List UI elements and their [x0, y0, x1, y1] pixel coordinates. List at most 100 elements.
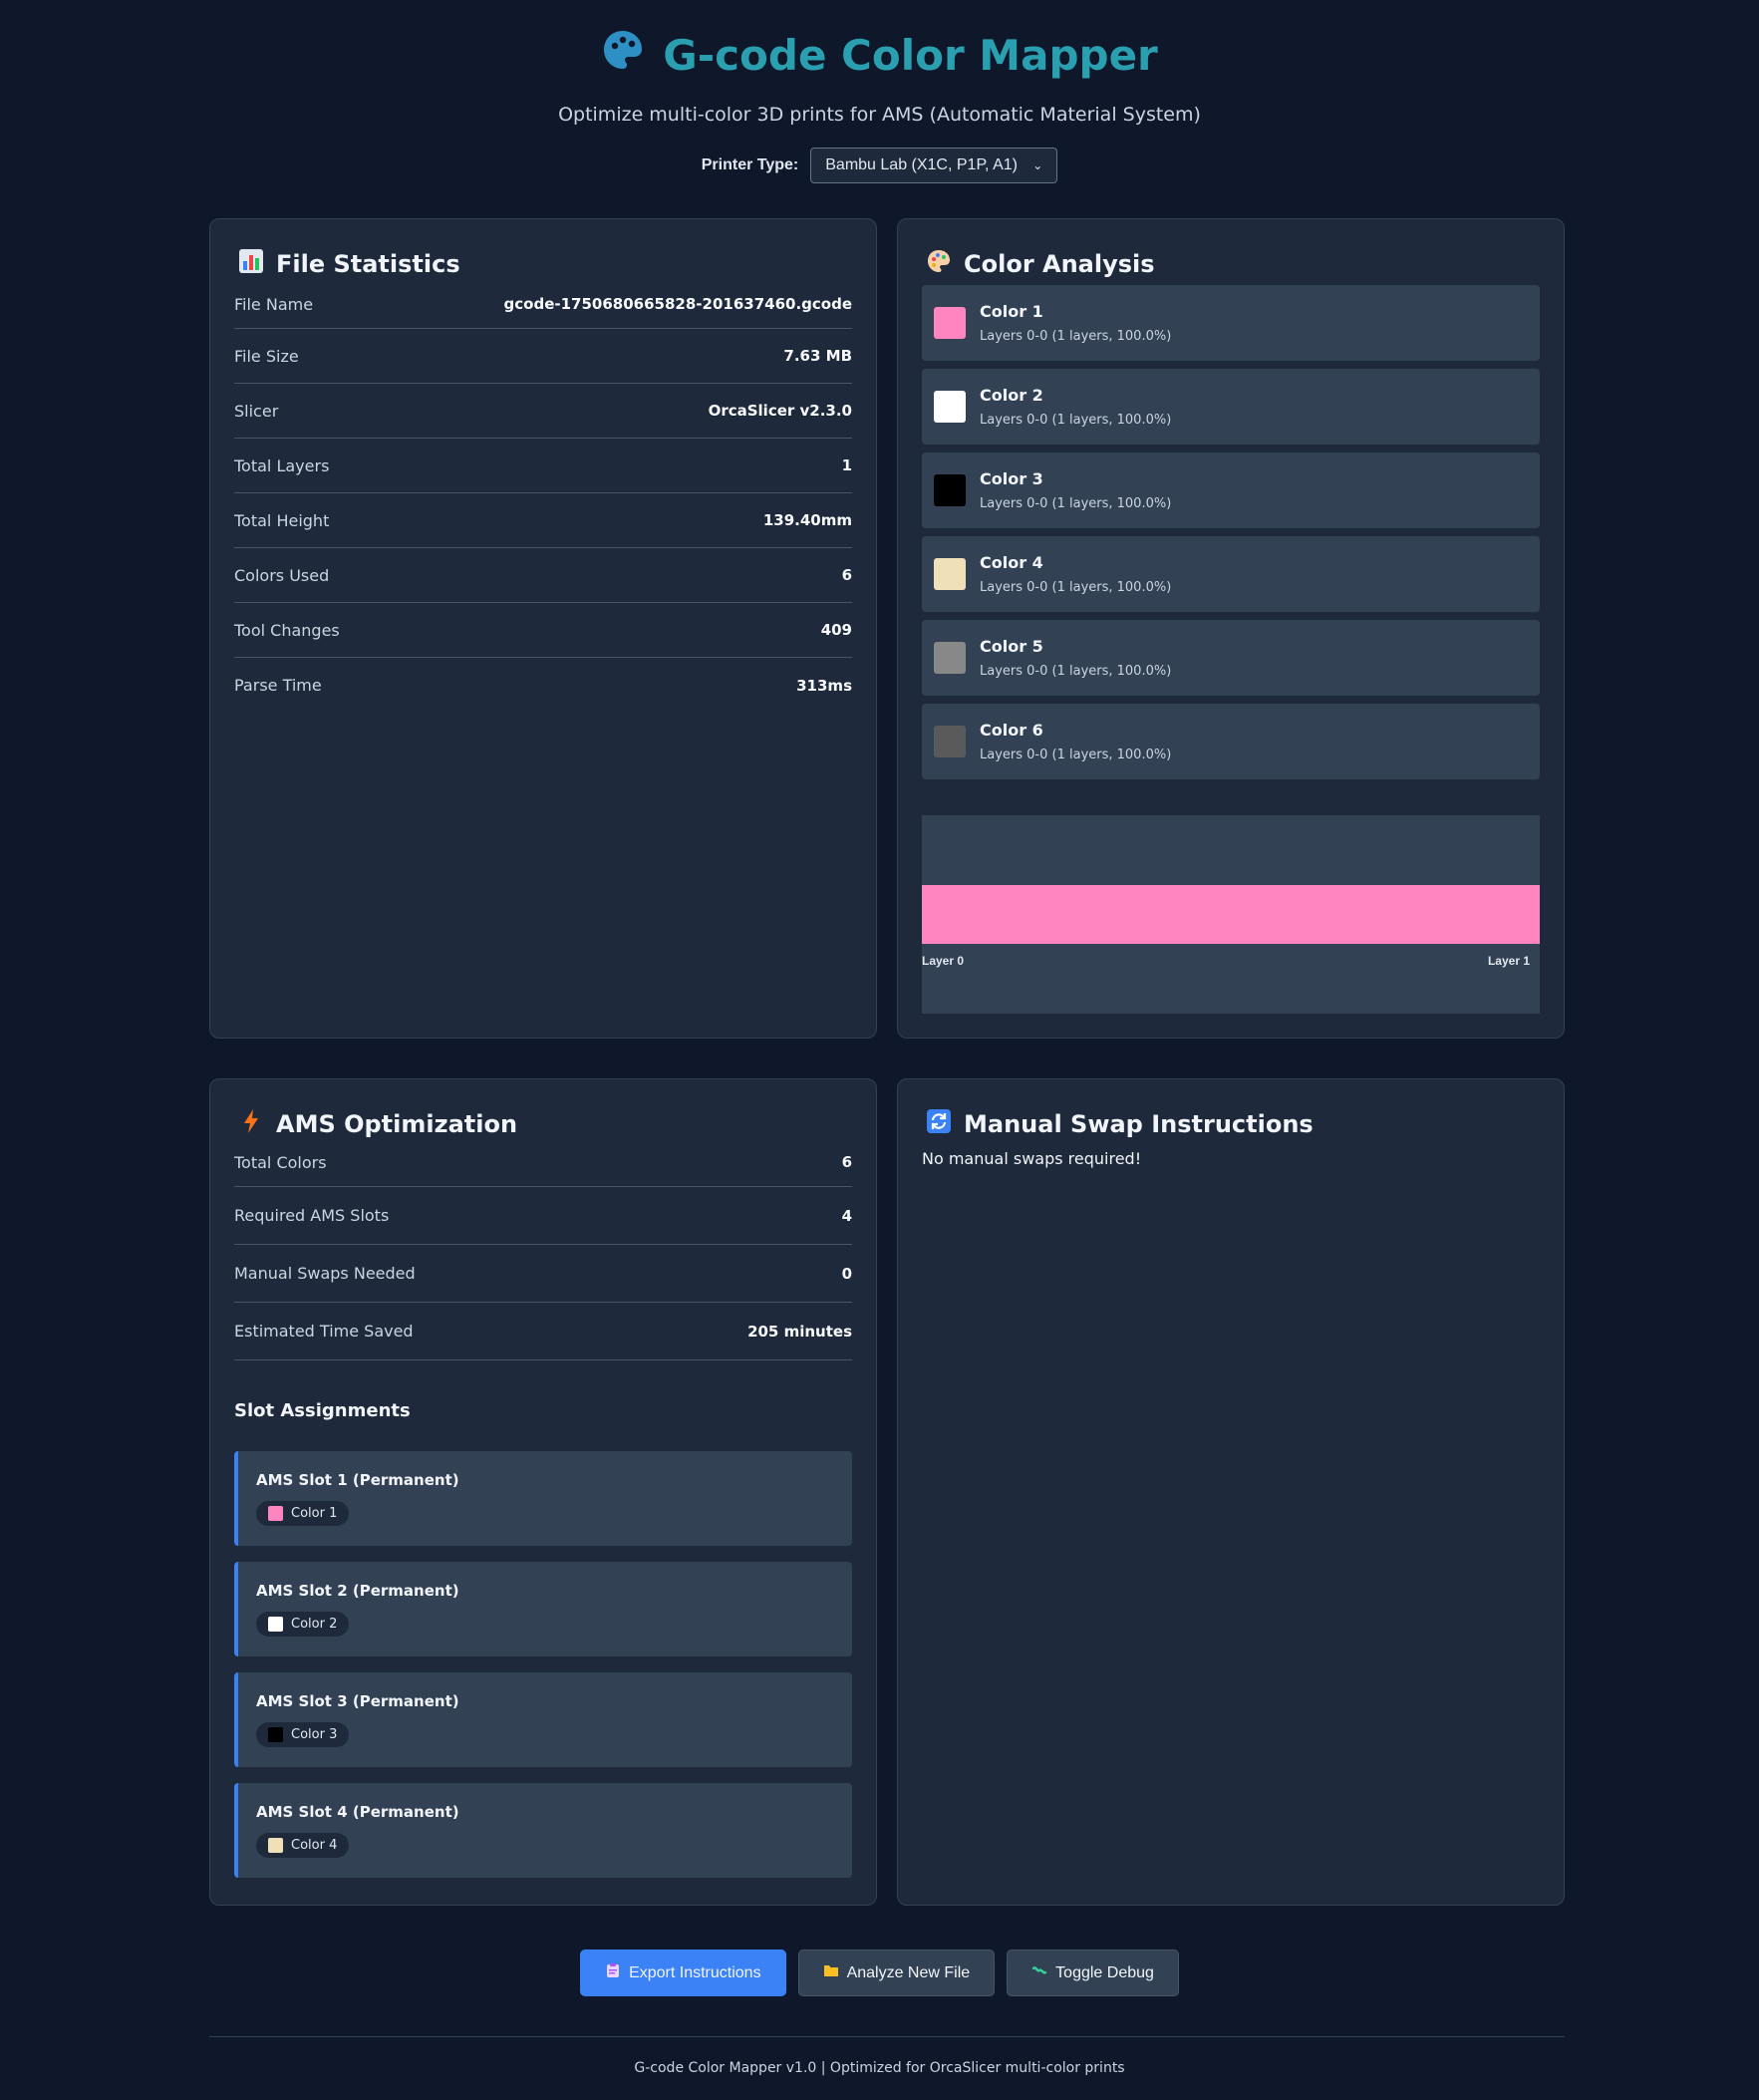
- stat-value: 409: [820, 621, 852, 639]
- color-swatch: [934, 391, 966, 423]
- slot-color-chip: Color 2: [256, 1612, 350, 1637]
- lightning-icon: [238, 1108, 264, 1140]
- slot-title: AMS Slot 1 (Permanent): [256, 1471, 459, 1489]
- stat-value: gcode-1750680665828-201637460.gcode: [503, 295, 852, 313]
- action-buttons: Export Instructions Analyze New File Tog…: [0, 1950, 1759, 1996]
- file-statistics-title-text: File Statistics: [276, 250, 460, 278]
- stat-row-time-saved: Estimated Time Saved 205 minutes: [234, 1303, 852, 1360]
- color-swatch: [934, 474, 966, 506]
- chip-label: Color 4: [291, 1838, 338, 1853]
- color-name: Color 2: [980, 386, 1043, 405]
- chip-label: Color 1: [291, 1506, 338, 1521]
- app-title: G-code Color Mapper: [601, 28, 1158, 82]
- ams-slot: AMS Slot 4 (Permanent) Color 4: [234, 1783, 852, 1878]
- stat-value: OrcaSlicer v2.3.0: [708, 402, 852, 420]
- ams-optimization-card: AMS Optimization Total Colors 6 Required…: [209, 1078, 877, 1906]
- color-item: Color 4 Layers 0-0 (1 layers, 100.0%): [922, 536, 1540, 612]
- refresh-icon: [926, 1108, 952, 1140]
- color-item: Color 6 Layers 0-0 (1 layers, 100.0%): [922, 704, 1540, 779]
- top-panels: File Statistics File Name gcode-17506806…: [209, 218, 1565, 1039]
- export-instructions-button[interactable]: Export Instructions: [580, 1950, 786, 1996]
- stat-label: Total Colors: [234, 1153, 327, 1172]
- bottom-panels: AMS Optimization Total Colors 6 Required…: [209, 1078, 1565, 1906]
- slot-title: AMS Slot 3 (Permanent): [256, 1692, 459, 1710]
- chip-swatch: [268, 1506, 283, 1521]
- color-name: Color 6: [980, 721, 1043, 740]
- chevron-down-icon: ⌄: [1032, 158, 1043, 172]
- stat-label: Total Height: [234, 510, 330, 530]
- stat-row-file-size: File Size 7.63 MB: [234, 329, 852, 384]
- printer-type-label: Printer Type:: [701, 156, 799, 173]
- stat-label: Manual Swaps Needed: [234, 1264, 416, 1283]
- ams-optimization-title-text: AMS Optimization: [276, 1110, 518, 1138]
- footer-divider: [209, 2036, 1565, 2037]
- palette-icon: [926, 248, 952, 280]
- analyze-new-file-button[interactable]: Analyze New File: [797, 1950, 996, 1996]
- slot-title: AMS Slot 4 (Permanent): [256, 1803, 459, 1821]
- stat-label: Tool Changes: [234, 620, 340, 640]
- stat-value: 7.63 MB: [783, 347, 852, 365]
- manual-swap-card: Manual Swap Instructions No manual swaps…: [897, 1078, 1565, 1906]
- printer-type-select[interactable]: Bambu Lab (X1C, P1P, A1) ⌄: [810, 148, 1058, 183]
- timeline-start-label: Layer 0: [922, 954, 965, 968]
- debug-label: Toggle Debug: [1055, 1963, 1154, 1981]
- color-name: Color 3: [980, 469, 1043, 488]
- stat-value: 313ms: [796, 676, 852, 695]
- toggle-debug-button[interactable]: Toggle Debug: [1007, 1950, 1179, 1996]
- chip-label: Color 2: [291, 1617, 338, 1632]
- stat-row-file-name: File Name gcode-1750680665828-201637460.…: [234, 291, 852, 329]
- bar-chart-icon: [238, 248, 264, 280]
- slot-title: AMS Slot 2 (Permanent): [256, 1582, 459, 1600]
- color-analysis-title-text: Color Analysis: [964, 250, 1155, 278]
- stat-value: 139.40mm: [762, 511, 852, 529]
- timeline-end-label: Layer 1: [1487, 954, 1530, 968]
- clipboard-icon: [605, 1962, 621, 1983]
- slot-color-chip: Color 3: [256, 1722, 350, 1747]
- stat-label: Parse Time: [234, 676, 322, 695]
- stat-value: 6: [841, 566, 852, 584]
- printer-type-row: Printer Type: Bambu Lab (X1C, P1P, A1) ⌄: [0, 148, 1759, 183]
- app-subtitle: Optimize multi-color 3D prints for AMS (…: [558, 104, 1201, 126]
- stat-label: Required AMS Slots: [234, 1206, 390, 1225]
- stat-value: 205 minutes: [747, 1322, 852, 1341]
- slot-color-chip: Color 1: [256, 1501, 350, 1526]
- stat-row-parse-time: Parse Time 313ms: [234, 658, 852, 713]
- color-item: Color 5 Layers 0-0 (1 layers, 100.0%): [922, 620, 1540, 696]
- layer-timeline: Layer 0 Layer 1: [922, 815, 1540, 1014]
- slot-assignments-heading: Slot Assignments: [234, 1400, 411, 1421]
- color-list: Color 1 Layers 0-0 (1 layers, 100.0%) Co…: [922, 285, 1540, 779]
- color-item: Color 2 Layers 0-0 (1 layers, 100.0%): [922, 369, 1540, 445]
- slot-color-chip: Color 4: [256, 1833, 350, 1858]
- ams-stats-list: Total Colors 6 Required AMS Slots 4 Manu…: [234, 1147, 852, 1360]
- chip-swatch: [268, 1727, 283, 1742]
- color-swatch: [934, 307, 966, 339]
- footer-text: G-code Color Mapper v1.0 | Optimized for…: [634, 2060, 1125, 2076]
- color-info: Layers 0-0 (1 layers, 100.0%): [980, 664, 1172, 679]
- timeline-color-bar: [922, 885, 1540, 944]
- slot-list: AMS Slot 1 (Permanent) Color 1 AMS Slot …: [234, 1451, 852, 1878]
- color-analysis-title: Color Analysis: [926, 247, 1540, 281]
- manual-swap-title-text: Manual Swap Instructions: [964, 1110, 1314, 1138]
- stat-row-total-height: Total Height 139.40mm: [234, 493, 852, 548]
- file-stats-list: File Name gcode-1750680665828-201637460.…: [234, 291, 852, 713]
- color-name: Color 4: [980, 553, 1043, 572]
- stat-value: 6: [841, 1153, 852, 1171]
- chip-label: Color 3: [291, 1727, 338, 1742]
- stat-row-total-layers: Total Layers 1: [234, 439, 852, 493]
- color-info: Layers 0-0 (1 layers, 100.0%): [980, 748, 1172, 762]
- app-title-text: G-code Color Mapper: [663, 30, 1158, 80]
- color-name: Color 5: [980, 637, 1043, 656]
- stat-label: Slicer: [234, 401, 279, 421]
- color-swatch: [934, 558, 966, 590]
- color-info: Layers 0-0 (1 layers, 100.0%): [980, 329, 1172, 344]
- color-info: Layers 0-0 (1 layers, 100.0%): [980, 496, 1172, 511]
- stat-label: Total Layers: [234, 455, 330, 475]
- stat-value: 1: [841, 456, 852, 474]
- stat-row-manual-swaps: Manual Swaps Needed 0: [234, 1245, 852, 1303]
- export-label: Export Instructions: [629, 1963, 761, 1981]
- color-analysis-card: Color Analysis Color 1 Layers 0-0 (1 lay…: [897, 218, 1565, 1039]
- file-statistics-card: File Statistics File Name gcode-17506806…: [209, 218, 877, 1039]
- color-swatch: [934, 726, 966, 757]
- color-info: Layers 0-0 (1 layers, 100.0%): [980, 580, 1172, 595]
- stat-row-total-colors: Total Colors 6: [234, 1147, 852, 1187]
